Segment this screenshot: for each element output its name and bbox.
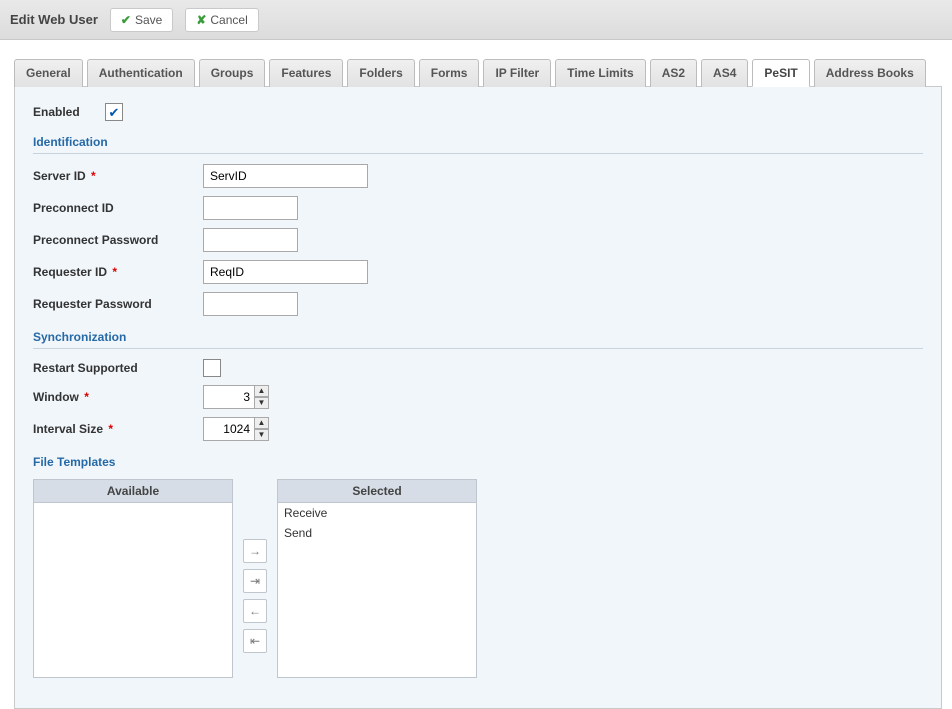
move-right-button[interactable]: → [243,539,267,563]
window-down[interactable]: ▼ [255,397,269,409]
interval-up[interactable]: ▲ [255,417,269,429]
tab-general[interactable]: General [14,59,83,87]
required-mark: * [81,390,89,404]
required-mark: * [88,169,96,183]
section-synchronization: Synchronization [33,330,923,349]
arrow-left-icon: ← [249,604,261,618]
move-all-left-button[interactable]: ⇤ [243,629,267,653]
restart-supported-label: Restart Supported [33,361,203,375]
tabs: General Authentication Groups Features F… [14,58,942,87]
window-label: Window * [33,390,203,404]
window-stepper[interactable]: ▲ ▼ [203,385,269,409]
page-title: Edit Web User [10,12,98,27]
cancel-label: Cancel [210,13,247,27]
server-id-field[interactable] [203,164,368,188]
tab-address-books[interactable]: Address Books [814,59,926,87]
preconnect-password-field[interactable] [203,228,298,252]
interval-down[interactable]: ▼ [255,429,269,441]
check-icon: ✔ [121,13,131,27]
tab-forms[interactable]: Forms [419,59,480,87]
tab-features[interactable]: Features [269,59,343,87]
interval-size-input[interactable] [203,417,255,441]
save-button[interactable]: ✔ Save [110,8,173,32]
section-identification: Identification [33,135,923,154]
interval-size-label: Interval Size * [33,422,203,436]
available-header: Available [33,479,233,503]
required-mark: * [105,422,113,436]
preconnect-password-label: Preconnect Password [33,233,203,247]
tab-as4[interactable]: AS4 [701,59,748,87]
preconnect-id-label: Preconnect ID [33,201,203,215]
tab-ip-filter[interactable]: IP Filter [483,59,551,87]
cross-icon: ✘ [196,13,206,27]
move-all-right-button[interactable]: ⇥ [243,569,267,593]
tab-folders[interactable]: Folders [347,59,414,87]
enabled-label: Enabled [33,105,105,119]
requester-password-field[interactable] [203,292,298,316]
tab-pesit[interactable]: PeSIT [752,59,809,87]
enabled-checkbox[interactable] [105,103,123,121]
server-id-label: Server ID * [33,169,203,183]
preconnect-id-field[interactable] [203,196,298,220]
list-item[interactable]: Receive [278,503,476,523]
tab-as2[interactable]: AS2 [650,59,697,87]
arrow-all-left-icon: ⇤ [250,634,260,648]
available-list[interactable] [33,503,233,678]
requester-id-field[interactable] [203,260,368,284]
cancel-button[interactable]: ✘ Cancel [185,8,258,32]
tab-authentication[interactable]: Authentication [87,59,195,87]
window-up[interactable]: ▲ [255,385,269,397]
requester-id-label: Requester ID * [33,265,203,279]
selected-list[interactable]: ReceiveSend [277,503,477,678]
requester-password-label: Requester Password [33,297,203,311]
window-input[interactable] [203,385,255,409]
list-item[interactable]: Send [278,523,476,543]
file-templates-dual-list: Available → ⇥ ← ⇤ Selected ReceiveS [33,479,923,678]
section-file-templates: File Templates [33,455,923,473]
arrow-all-right-icon: ⇥ [250,574,260,588]
save-label: Save [135,13,162,27]
move-left-button[interactable]: ← [243,599,267,623]
arrow-right-icon: → [249,544,261,558]
restart-supported-checkbox[interactable] [203,359,221,377]
required-mark: * [109,265,117,279]
selected-header: Selected [277,479,477,503]
tab-time-limits[interactable]: Time Limits [555,59,645,87]
panel-body: Enabled Identification Server ID * Preco… [14,87,942,709]
tab-groups[interactable]: Groups [199,59,266,87]
interval-size-stepper[interactable]: ▲ ▼ [203,417,269,441]
